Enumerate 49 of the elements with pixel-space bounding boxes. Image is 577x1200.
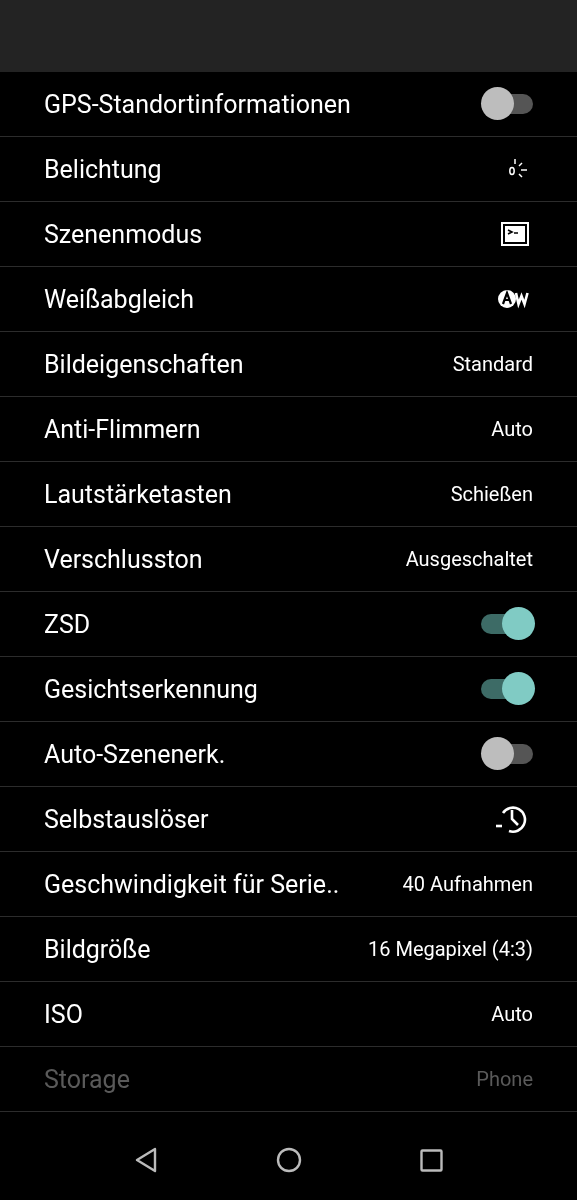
settings-row[interactable]: Belichtung <box>0 137 577 202</box>
toggle-switch[interactable] <box>481 737 535 771</box>
setting-value: 16 Megapixel (4:3) <box>368 937 533 961</box>
setting-value: Ausgeschaltet <box>405 547 533 571</box>
settings-row[interactable]: Verschlusston Ausgeschaltet <box>0 527 577 592</box>
setting-label: Bildeigenschaften <box>44 349 244 379</box>
toggle-switch[interactable] <box>481 607 535 641</box>
awb-mode-icon[interactable] <box>497 288 529 310</box>
timer-icon[interactable] <box>495 803 529 835</box>
toggle-switch[interactable] <box>481 87 535 121</box>
settings-row[interactable]: Bildeigenschaften Standard <box>0 332 577 397</box>
setting-label: Geschwindigkeit für Serie.. <box>44 869 340 899</box>
setting-label: Auto-Szenenerk. <box>44 739 226 769</box>
setting-value: Standard <box>452 352 533 376</box>
setting-value: 40 Aufnahmen <box>402 872 533 896</box>
setting-label: Storage <box>44 1064 130 1094</box>
setting-label: Selbstauslöser <box>44 804 209 834</box>
setting-label: Szenenmodus <box>44 219 203 249</box>
setting-label: Belichtung <box>44 154 162 184</box>
setting-value: Auto <box>491 417 533 441</box>
setting-value: Auto <box>491 1002 533 1026</box>
home-icon[interactable] <box>276 1147 302 1173</box>
toggle-switch[interactable] <box>481 672 535 706</box>
settings-row[interactable]: Gesichtserkennung <box>0 657 577 722</box>
setting-label: GPS-Standortinformationen <box>44 89 351 119</box>
settings-row[interactable]: Anti-Flimmern Auto <box>0 397 577 462</box>
setting-label: Lautstärketasten <box>44 479 232 509</box>
setting-value: Schießen <box>450 482 533 506</box>
settings-row[interactable]: Selbstauslöser <box>0 787 577 852</box>
settings-row[interactable]: GPS-Standortinformationen <box>0 72 577 137</box>
setting-label: ZSD <box>44 609 91 639</box>
setting-value: Phone <box>476 1067 533 1091</box>
settings-row[interactable]: Szenenmodus <box>0 202 577 267</box>
back-icon[interactable] <box>134 1147 158 1173</box>
settings-row[interactable]: Weißabgleich <box>0 267 577 332</box>
settings-row[interactable]: Lautstärketasten Schießen <box>0 462 577 527</box>
setting-label: ISO <box>44 999 83 1029</box>
setting-label: Weißabgleich <box>44 284 194 314</box>
setting-label: Gesichtserkennung <box>44 674 258 704</box>
settings-row[interactable]: Bildgröße 16 Megapixel (4:3) <box>0 917 577 982</box>
scene-icon[interactable] <box>501 222 529 246</box>
settings-row[interactable]: Auto-Szenenerk. <box>0 722 577 787</box>
settings-row[interactable]: ZSD <box>0 592 577 657</box>
settings-row[interactable]: Geschwindigkeit für Serie.. 40 Aufnahmen <box>0 852 577 917</box>
recents-icon[interactable] <box>420 1148 443 1172</box>
setting-label: Verschlusston <box>44 544 203 574</box>
settings-row[interactable]: ISO Auto <box>0 982 577 1047</box>
setting-label: Bildgröße <box>44 934 151 964</box>
setting-label: Anti-Flimmern <box>44 414 201 444</box>
